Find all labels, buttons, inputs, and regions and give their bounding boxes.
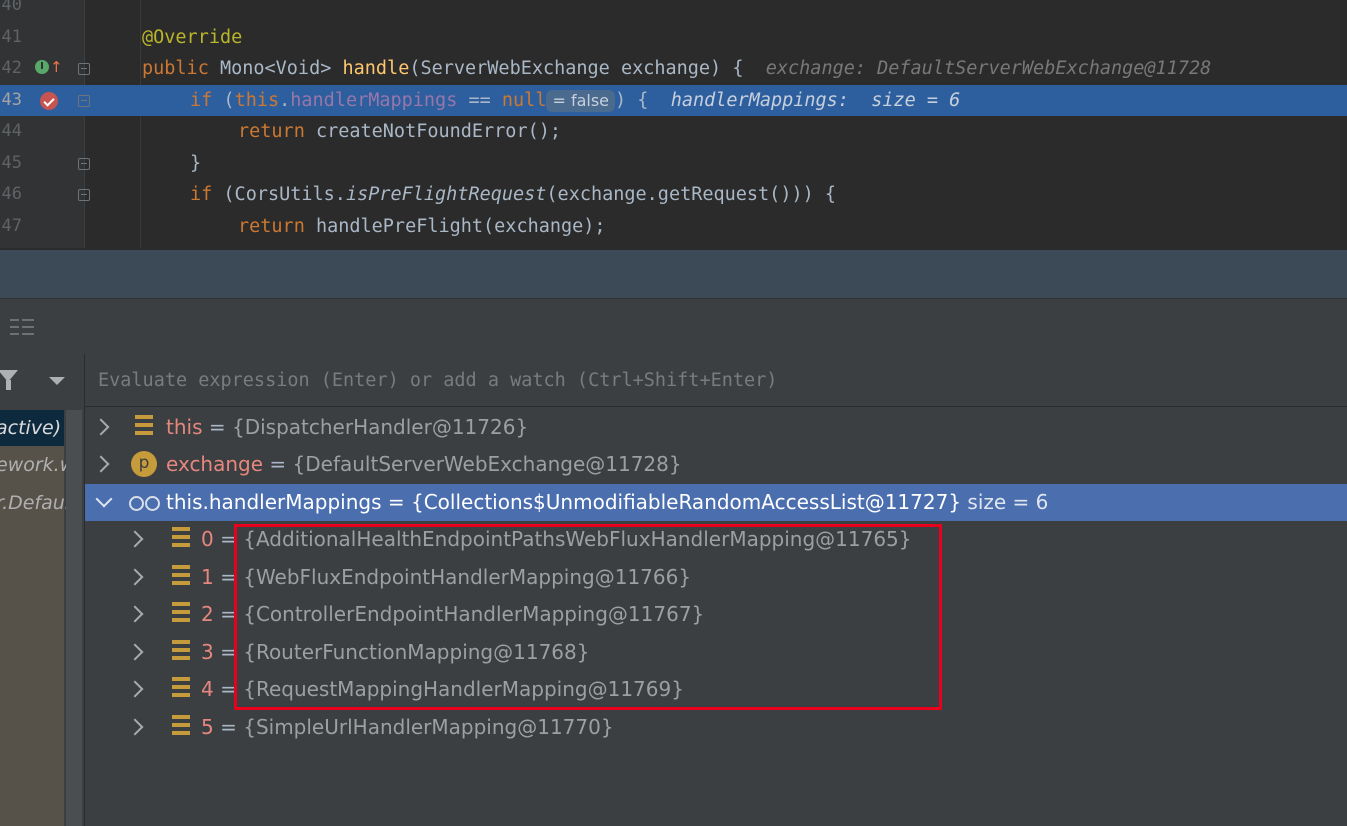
override-marker-icon[interactable]: I xyxy=(35,60,49,74)
variable-name: 0 xyxy=(201,527,214,551)
line-number: 46 xyxy=(1,184,22,204)
line-number: 47 xyxy=(1,216,22,236)
fold-marker-icon[interactable] xyxy=(78,63,90,75)
code-text: return handlePreFlight(exchange); xyxy=(238,216,606,237)
variable-value: {DispatcherHandler@11726} xyxy=(231,415,529,439)
up-arrow-icon: ↑ xyxy=(50,58,63,76)
code-line-46[interactable]: 46 if (CorsUtils.isPreFlightRequest(exch… xyxy=(0,179,1347,210)
line-number: 41 xyxy=(1,27,22,47)
variable-name: 2 xyxy=(201,602,214,626)
code-line-42[interactable]: 42 I ↑ public Mono<Void> handle(ServerWe… xyxy=(0,53,1347,84)
variable-name: 4 xyxy=(201,677,214,701)
code-line-47[interactable]: 47 return handlePreFlight(exchange); xyxy=(0,211,1347,242)
frame-item[interactable]: ework.w xyxy=(0,447,75,483)
restore-layout-icon[interactable] xyxy=(10,317,34,337)
field-list-icon xyxy=(135,415,153,435)
code-text: return createNotFoundError(); xyxy=(238,121,562,142)
expand-chevron-icon[interactable] xyxy=(92,418,110,436)
collection-size: size = 6 xyxy=(967,490,1049,514)
variable-row[interactable]: p exchange = {DefaultServerWebExchange@1… xyxy=(85,446,1347,483)
variable-value: {Collections$UnmodifiableRandomAccessLis… xyxy=(410,490,962,514)
field-list-icon xyxy=(172,677,190,697)
inline-hint: exchange: DefaultServerWebExchange@11728 xyxy=(765,58,1212,79)
frame-item[interactable]: active) xyxy=(0,410,64,446)
parameter-icon: p xyxy=(131,451,157,477)
inline-value-badge: = false xyxy=(546,90,616,112)
field-list-icon xyxy=(172,715,190,735)
expand-chevron-icon[interactable] xyxy=(92,455,110,473)
line-number: 42 xyxy=(1,58,22,78)
variable-name: exchange xyxy=(166,452,264,476)
expand-chevron-icon[interactable] xyxy=(126,680,144,698)
variable-row-selected[interactable]: this.handlerMappings = {Collections$Unmo… xyxy=(85,484,1347,521)
field-list-icon xyxy=(172,602,190,622)
variable-value: {SimpleUrlHandlerMapping@11770} xyxy=(243,715,614,739)
evaluate-bar xyxy=(85,354,1347,407)
expand-chevron-icon[interactable] xyxy=(126,718,144,736)
expand-chevron-icon[interactable] xyxy=(126,568,144,586)
code-text: if (CorsUtils.isPreFlightRequest(exchang… xyxy=(190,184,837,205)
fold-marker-icon[interactable] xyxy=(78,158,90,170)
list-item[interactable]: 5 = {SimpleUrlHandlerMapping@11770} xyxy=(85,709,1347,746)
expand-chevron-icon[interactable] xyxy=(126,605,144,623)
dropdown-arrow-icon[interactable] xyxy=(49,377,65,385)
expand-chevron-icon[interactable] xyxy=(126,530,144,548)
variable-name: 3 xyxy=(201,640,214,664)
variable-name: 5 xyxy=(201,715,214,739)
code-text: @Override xyxy=(142,27,243,48)
field-list-icon xyxy=(172,565,190,585)
code-line-45[interactable]: 45 } xyxy=(0,148,1347,179)
code-line-40[interactable]: 40 xyxy=(0,0,1347,21)
filter-stem xyxy=(6,380,11,390)
collapse-chevron-icon[interactable] xyxy=(95,490,113,508)
inline-hint: handlerMappings: size = 6 xyxy=(670,90,961,111)
frames-panel: active) ework.w r.Default xyxy=(0,354,85,826)
field-list-icon xyxy=(172,640,190,660)
line-number: 44 xyxy=(1,121,22,141)
variable-value: {DefaultServerWebExchange@11728} xyxy=(292,452,682,476)
variable-name: 1 xyxy=(201,565,214,589)
frames-scrollbar[interactable] xyxy=(66,410,82,826)
field-list-icon xyxy=(172,527,190,547)
highlight-box xyxy=(234,524,942,710)
fold-marker-icon[interactable] xyxy=(78,95,90,107)
code-text: if (this.handlerMappings == null = false)… xyxy=(190,90,961,112)
debug-toolbar xyxy=(0,298,1347,355)
breakpoint-icon[interactable] xyxy=(40,92,58,110)
expand-chevron-icon[interactable] xyxy=(126,643,144,661)
variable-name: this.handlerMappings xyxy=(166,490,382,514)
variable-row[interactable]: this = {DispatcherHandler@11726} xyxy=(85,409,1347,446)
line-number: 43 xyxy=(1,90,22,110)
line-number: 40 xyxy=(1,0,22,15)
evaluate-expression-input[interactable] xyxy=(85,354,1347,406)
code-line-43-current[interactable]: 43 if (this.handlerMappings == null = fal… xyxy=(0,85,1347,116)
code-line-41[interactable]: 41 @Override xyxy=(0,22,1347,53)
code-text: public Mono<Void> handle(ServerWebExchan… xyxy=(142,58,1212,79)
debug-tool-window-header xyxy=(0,248,1347,300)
code-text: } xyxy=(190,153,202,174)
watch-glasses-icon xyxy=(129,496,161,511)
fold-marker-icon[interactable] xyxy=(78,189,90,201)
code-editor[interactable]: 40 41 @Override 42 I ↑ public Mono<Void>… xyxy=(0,0,1347,248)
variable-name: this xyxy=(166,415,203,439)
code-line-44[interactable]: 44 return createNotFoundError(); xyxy=(0,116,1347,147)
line-number: 45 xyxy=(1,153,22,173)
